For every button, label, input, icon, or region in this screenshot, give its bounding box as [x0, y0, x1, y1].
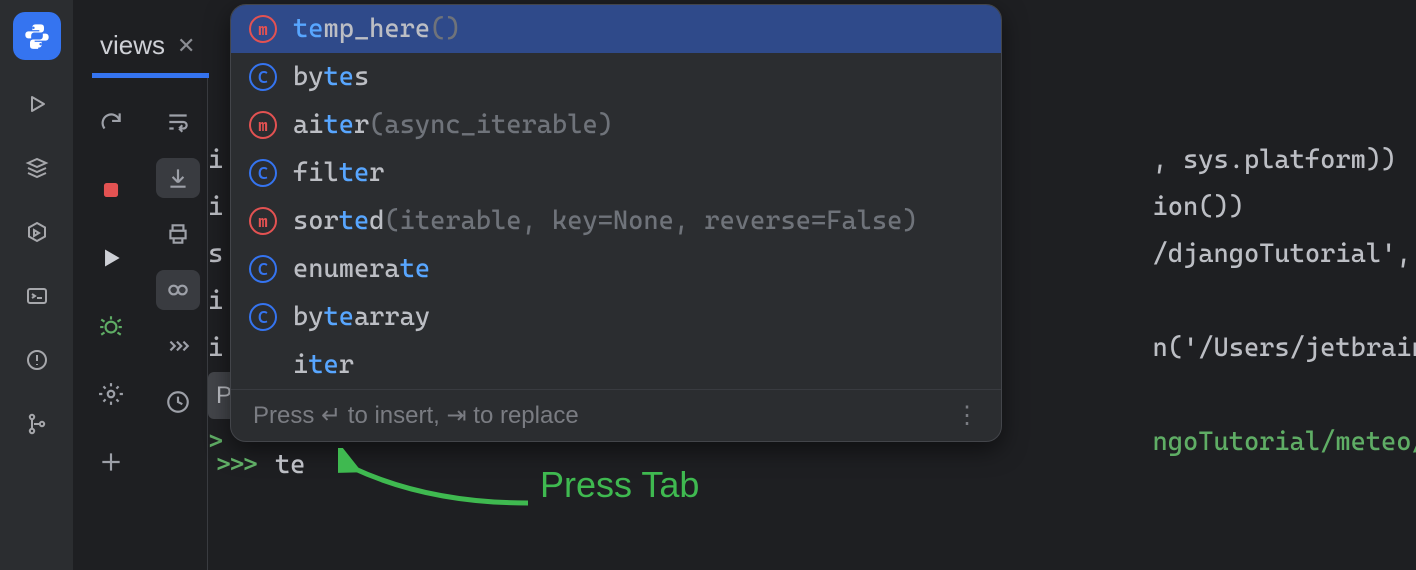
- tab-label: views: [100, 30, 165, 61]
- debug-icon[interactable]: [91, 306, 131, 346]
- class-icon: C: [249, 159, 277, 187]
- show-vars-icon[interactable]: [156, 270, 200, 310]
- prompt-chevrons: >>>: [214, 450, 275, 480]
- class-icon: C: [249, 63, 277, 91]
- console-actions-column: [148, 78, 208, 570]
- close-icon[interactable]: ✕: [177, 33, 195, 59]
- run-icon[interactable]: [17, 84, 57, 124]
- method-icon: m: [249, 15, 277, 43]
- completion-footer: Press ↵ to insert, ⇥ to replace ⋮: [231, 389, 1001, 441]
- more-icon[interactable]: ⋮: [955, 401, 979, 430]
- editor-tabs: views ✕: [74, 0, 209, 78]
- left-tool-rail: [0, 0, 74, 570]
- resume-icon[interactable]: [91, 238, 131, 278]
- completion-item[interactable]: m aiter(async_iterable): [231, 101, 1001, 149]
- completion-item[interactable]: C bytearray: [231, 293, 1001, 341]
- blank-icon: [249, 351, 277, 379]
- services-icon[interactable]: [17, 148, 57, 188]
- scroll-to-end-icon[interactable]: [156, 158, 200, 198]
- python-console-icon[interactable]: [13, 12, 61, 60]
- class-icon: C: [249, 303, 277, 331]
- chevrons-icon[interactable]: [158, 326, 198, 366]
- completion-item[interactable]: C bytes: [231, 53, 1001, 101]
- annotation-label: Press Tab: [540, 464, 699, 506]
- terminal-icon[interactable]: [17, 276, 57, 316]
- completion-hint: Press ↵ to insert, ⇥ to replace: [253, 401, 579, 430]
- method-icon: m: [249, 207, 277, 235]
- completion-item[interactable]: m sorted(iterable, key=None, reverse=Fal…: [231, 197, 1001, 245]
- history-icon[interactable]: [158, 382, 198, 422]
- new-session-icon[interactable]: [91, 442, 131, 482]
- vcs-icon[interactable]: [17, 404, 57, 444]
- tab-views[interactable]: views ✕: [92, 18, 209, 78]
- print-icon[interactable]: [158, 214, 198, 254]
- completion-item[interactable]: iter: [231, 341, 1001, 389]
- typed-text: te: [275, 450, 305, 480]
- settings-icon[interactable]: [91, 374, 131, 414]
- completion-item[interactable]: C filter: [231, 149, 1001, 197]
- run-tool-column: [74, 78, 148, 570]
- problems-icon[interactable]: [17, 340, 57, 380]
- soft-wrap-icon[interactable]: [158, 102, 198, 142]
- method-icon: m: [249, 111, 277, 139]
- completion-item[interactable]: m temp_here(): [231, 5, 1001, 53]
- class-icon: C: [249, 255, 277, 283]
- completion-item[interactable]: C enumerate: [231, 245, 1001, 293]
- python-packages-icon[interactable]: [17, 212, 57, 252]
- rerun-icon[interactable]: [91, 102, 131, 142]
- code-completion-popup: m temp_here() C bytes m aiter(async_iter…: [230, 4, 1002, 442]
- stop-icon[interactable]: [91, 170, 131, 210]
- console-input-line[interactable]: >>> te: [214, 450, 305, 480]
